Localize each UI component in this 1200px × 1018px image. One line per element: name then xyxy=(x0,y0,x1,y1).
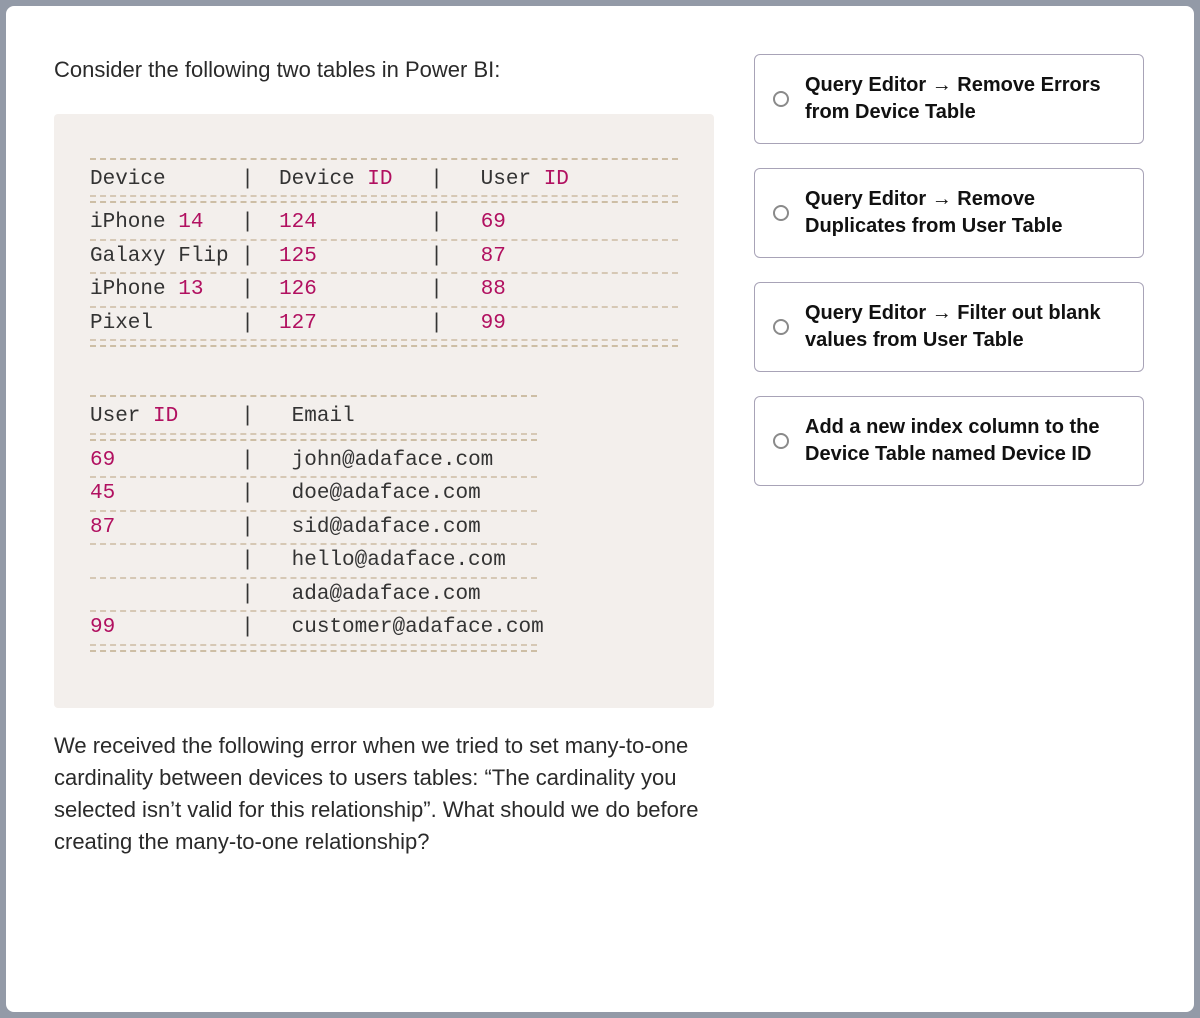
option-label: Add a new index column to the Device Tab… xyxy=(805,414,1125,468)
separator xyxy=(90,345,678,347)
answer-option-1[interactable]: Query Editor → Remove Duplicates from Us… xyxy=(754,168,1144,258)
device-table-row: Galaxy Flip | 125 | 87 xyxy=(90,241,678,275)
answer-options: Query Editor → Remove Errors from Device… xyxy=(754,54,1144,964)
radio-icon xyxy=(773,319,789,335)
question-followup: We received the following error when we … xyxy=(54,730,714,858)
device-table-row: iPhone 14 | 124 | 69 xyxy=(90,207,678,241)
radio-icon xyxy=(773,205,789,221)
question-intro: Consider the following two tables in Pow… xyxy=(54,54,714,86)
radio-icon xyxy=(773,91,789,107)
question-card: Consider the following two tables in Pow… xyxy=(6,6,1194,1012)
user-table-row: 45 | doe@adaface.com xyxy=(90,478,537,512)
device-table-header: Device | Device ID | User ID xyxy=(90,164,678,198)
option-label: Query Editor → Remove Errors from Device… xyxy=(805,72,1125,126)
answer-option-3[interactable]: Add a new index column to the Device Tab… xyxy=(754,396,1144,486)
question-body: Consider the following two tables in Pow… xyxy=(54,54,714,964)
separator xyxy=(90,201,678,203)
answer-option-2[interactable]: Query Editor → Filter out blank values f… xyxy=(754,282,1144,372)
user-table-row: | ada@adaface.com xyxy=(90,579,537,613)
option-label: Query Editor → Filter out blank values f… xyxy=(805,300,1125,354)
option-label: Query Editor → Remove Duplicates from Us… xyxy=(805,186,1125,240)
radio-icon xyxy=(773,433,789,449)
separator xyxy=(90,395,537,397)
user-table-row: 69 | john@adaface.com xyxy=(90,445,537,479)
device-table-row: iPhone 13 | 126 | 88 xyxy=(90,274,678,308)
device-table-row: Pixel | 127 | 99 xyxy=(90,308,678,342)
user-table-header: User ID | Email xyxy=(90,401,537,435)
user-table-row: 99 | customer@adaface.com xyxy=(90,612,537,646)
code-tables: Device | Device ID | User ID iPhone 14 |… xyxy=(54,114,714,708)
spacer xyxy=(90,351,678,391)
separator xyxy=(90,650,537,652)
separator xyxy=(90,158,678,160)
answer-option-0[interactable]: Query Editor → Remove Errors from Device… xyxy=(754,54,1144,144)
user-table-row: 87 | sid@adaface.com xyxy=(90,512,537,546)
separator xyxy=(90,439,537,441)
user-table-row: | hello@adaface.com xyxy=(90,545,537,579)
